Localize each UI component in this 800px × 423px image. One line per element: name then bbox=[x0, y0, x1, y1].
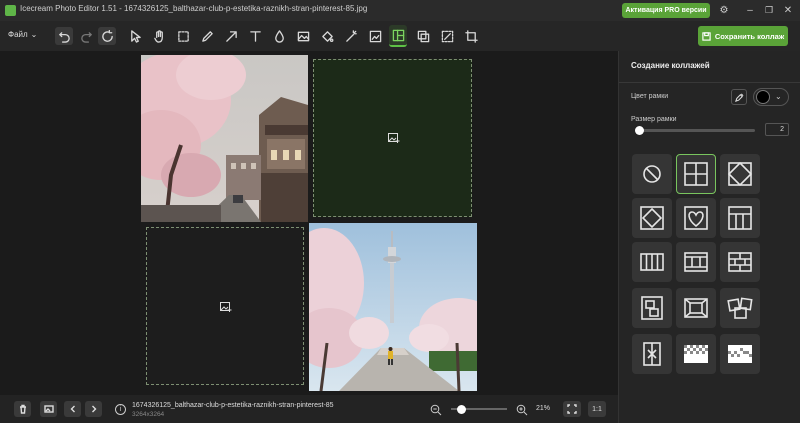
fill-icon[interactable] bbox=[318, 27, 336, 45]
layout-heart[interactable] bbox=[676, 198, 716, 238]
collage-canvas[interactable] bbox=[0, 51, 618, 395]
frame-color-picker[interactable]: ⌄ bbox=[753, 88, 789, 106]
layout-film-strip[interactable] bbox=[676, 242, 716, 282]
status-bar: i 1674326125_balthazar-club-p-estetika-r… bbox=[0, 395, 618, 423]
picture-icon[interactable] bbox=[366, 27, 384, 45]
layout-diamond[interactable] bbox=[720, 154, 760, 194]
frame-size-input[interactable]: 2 bbox=[765, 123, 789, 136]
gallery-icon[interactable] bbox=[40, 401, 57, 417]
copy-icon[interactable] bbox=[414, 27, 432, 45]
layout-center-frame[interactable] bbox=[676, 288, 716, 328]
layout-x-pieces[interactable] bbox=[632, 334, 672, 374]
zoom-slider-thumb[interactable] bbox=[457, 405, 466, 414]
actual-size-button[interactable]: 1:1 bbox=[588, 401, 606, 417]
transform-icon[interactable] bbox=[438, 27, 456, 45]
frame-size-slider-thumb[interactable] bbox=[635, 126, 644, 135]
status-dimensions: 3264x3264 bbox=[132, 411, 165, 418]
save-collage-label: Сохранить коллаж bbox=[714, 31, 785, 41]
layout-grid-3col-header[interactable] bbox=[720, 198, 760, 238]
previous-icon[interactable] bbox=[64, 401, 81, 417]
undo-icon[interactable] bbox=[55, 27, 73, 45]
divider bbox=[619, 82, 800, 83]
close-icon[interactable]: ✕ bbox=[779, 2, 797, 19]
eyedropper-icon[interactable] bbox=[731, 89, 747, 105]
arrow-icon[interactable] bbox=[222, 27, 240, 45]
minimize-icon[interactable]: – bbox=[741, 2, 759, 19]
add-image-icon bbox=[220, 302, 232, 312]
chevron-down-icon: ⌄ bbox=[775, 92, 782, 101]
frame-size-slider[interactable] bbox=[639, 129, 755, 132]
blur-icon[interactable] bbox=[270, 27, 288, 45]
status-filename: 1674326125_balthazar-club-p-estetika-raz… bbox=[132, 402, 334, 409]
frame-size-label: Размер рамки bbox=[631, 116, 677, 123]
toolbar: Файл ⌄ Сохранить коллаж bbox=[0, 21, 800, 51]
window-title: Icecream Photo Editor 1.51 - 1674326125_… bbox=[20, 4, 368, 13]
zoom-in-icon[interactable] bbox=[516, 403, 528, 416]
layout-none[interactable] bbox=[632, 154, 672, 194]
file-menu[interactable]: Файл ⌄ bbox=[8, 30, 37, 39]
collage-slot-empty[interactable] bbox=[146, 227, 304, 385]
file-menu-label: Файл bbox=[8, 30, 28, 39]
crop-icon[interactable] bbox=[462, 27, 480, 45]
layout-polaroid[interactable] bbox=[720, 288, 760, 328]
restore-icon[interactable]: ❐ bbox=[760, 2, 778, 19]
layout-scattered[interactable] bbox=[632, 288, 672, 328]
select-icon[interactable] bbox=[126, 27, 144, 45]
layout-brick[interactable] bbox=[720, 242, 760, 282]
frame-color-label: Цвет рамки bbox=[631, 93, 669, 100]
pencil-icon[interactable] bbox=[198, 27, 216, 45]
photo-tower-blossoms[interactable] bbox=[309, 223, 477, 391]
collage-slot-empty[interactable] bbox=[313, 59, 472, 217]
pro-activation-button[interactable]: Активация PRO версии bbox=[622, 3, 710, 18]
zoom-out-icon[interactable] bbox=[430, 403, 442, 416]
image-icon[interactable] bbox=[294, 27, 312, 45]
layout-grid-2x2[interactable] bbox=[676, 154, 716, 194]
trash-icon[interactable] bbox=[14, 401, 31, 417]
text-icon[interactable] bbox=[246, 27, 264, 45]
next-icon[interactable] bbox=[85, 401, 102, 417]
collage-panel: Создание коллажей Цвет рамки ⌄ Размер ра… bbox=[618, 51, 800, 423]
frame-color-swatch bbox=[756, 90, 770, 104]
magic-icon[interactable] bbox=[342, 27, 360, 45]
hand-icon[interactable] bbox=[150, 27, 168, 45]
collage-icon[interactable] bbox=[389, 25, 407, 47]
save-icon bbox=[702, 31, 711, 41]
redo-icon[interactable] bbox=[77, 27, 95, 45]
layout-transparent-checker[interactable] bbox=[676, 334, 716, 374]
add-image-icon bbox=[388, 133, 400, 143]
app-logo-icon bbox=[5, 5, 16, 16]
zoom-level: 21% bbox=[536, 405, 551, 412]
photo-japanese-street[interactable] bbox=[141, 55, 308, 222]
settings-icon[interactable]: ⚙ bbox=[715, 2, 733, 19]
fit-screen-icon[interactable] bbox=[563, 401, 581, 417]
title-bar: Icecream Photo Editor 1.51 - 1674326125_… bbox=[0, 0, 800, 21]
crop-select-icon[interactable] bbox=[174, 27, 192, 45]
layout-checker-wave[interactable] bbox=[720, 334, 760, 374]
reset-icon[interactable] bbox=[98, 27, 116, 45]
save-collage-button[interactable]: Сохранить коллаж bbox=[698, 26, 788, 46]
layout-vertical-stripes[interactable] bbox=[632, 242, 672, 282]
info-icon[interactable]: i bbox=[115, 404, 126, 415]
chevron-down-icon: ⌄ bbox=[30, 30, 38, 39]
layout-octagon-frame[interactable] bbox=[632, 198, 672, 238]
panel-title: Создание коллажей bbox=[631, 61, 710, 70]
